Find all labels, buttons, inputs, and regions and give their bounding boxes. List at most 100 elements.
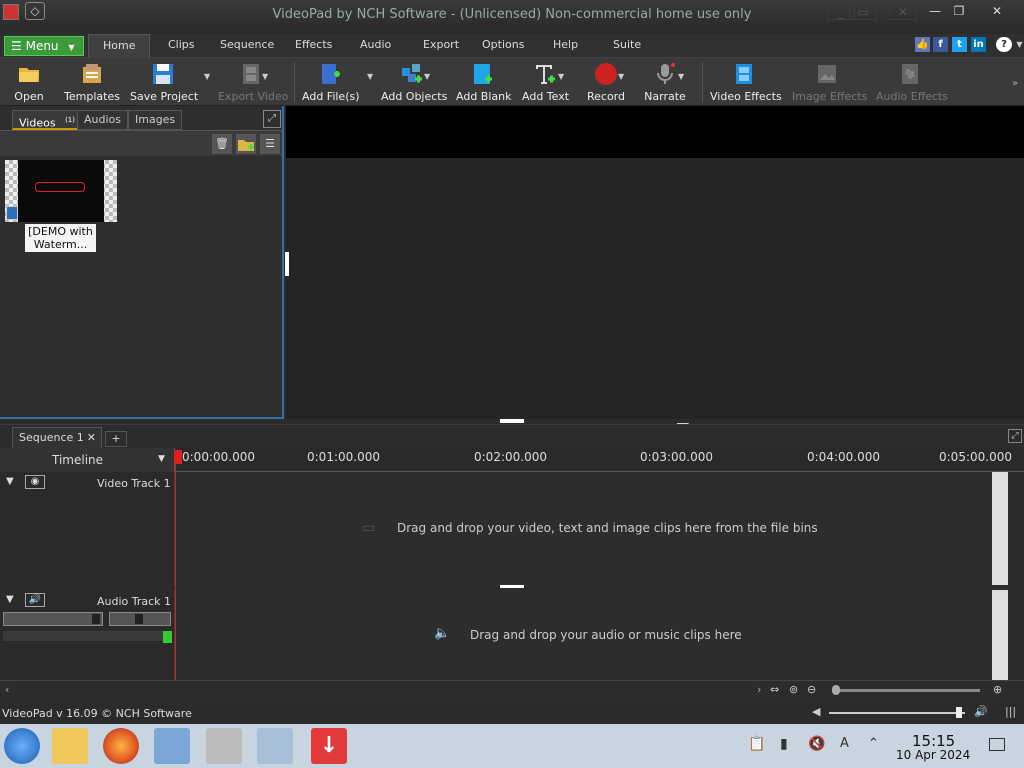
add-objects-dropdown-icon[interactable]: ▼	[424, 72, 430, 81]
video-track-scrollbar[interactable]	[992, 472, 1008, 585]
volume-muted-icon[interactable]: 🔇	[808, 736, 825, 752]
twitter-icon[interactable]: t	[952, 37, 967, 52]
close-tab-icon[interactable]: ✕	[87, 428, 96, 448]
like-icon[interactable]: 👍	[915, 37, 930, 52]
narrate-dropdown-icon[interactable]: ▼	[678, 72, 684, 81]
zoom-out-icon[interactable]: ⊖	[807, 683, 816, 696]
export-dropdown-icon[interactable]: ▼	[262, 72, 268, 81]
video-track[interactable]: ▼ ◉ Video Track 1 ▭ Drag and drop your v…	[0, 472, 1008, 585]
image-effects-button[interactable]: Image Effects	[792, 62, 867, 103]
clock-date[interactable]: 10 Apr 2024	[896, 748, 970, 762]
start-button[interactable]	[4, 728, 40, 764]
tab-audios[interactable]: Audios	[77, 110, 128, 130]
tab-images[interactable]: Images	[128, 110, 183, 130]
remote-desktop-icon[interactable]	[154, 728, 190, 764]
zoom-slider[interactable]	[832, 689, 980, 692]
collapse-triangle-icon[interactable]: ▼	[6, 594, 14, 605]
timeline-scrollbar[interactable]: ‹ › ⇔ ⊚ ⊖ ⊕	[0, 680, 1024, 700]
videopad-taskbar-icon[interactable]	[206, 728, 242, 764]
zoom-fit-icon[interactable]: ⊚	[789, 683, 798, 696]
export-film-icon	[239, 62, 263, 86]
record-dropdown-icon[interactable]: ▼	[618, 72, 624, 81]
audio-track-scrollbar[interactable]	[992, 590, 1008, 680]
add-objects-button[interactable]: Add Objects	[381, 62, 447, 103]
package-manager-icon[interactable]	[257, 728, 293, 764]
save-project-dropdown-icon[interactable]: ▼	[204, 72, 210, 81]
main-menu-button[interactable]: ☰ Menu ▼	[4, 36, 84, 56]
splitter-handle[interactable]	[285, 252, 289, 276]
trash-icon[interactable]: 🗑	[212, 134, 232, 154]
file-manager-icon[interactable]	[52, 728, 88, 764]
save-project-button[interactable]: Save Project	[130, 62, 198, 103]
volume-up-icon[interactable]: 🔊	[974, 705, 988, 718]
toolbar-overflow-icon[interactable]: »	[1012, 78, 1018, 89]
volume-slider[interactable]	[3, 612, 103, 626]
timeline-mode-select[interactable]: Timeline ▼	[0, 448, 175, 472]
audio-mixer-icon[interactable]: |||	[1005, 705, 1016, 718]
tab-sequence[interactable]: Sequence	[220, 38, 274, 51]
tab-export[interactable]: Export	[423, 38, 459, 51]
add-files-button[interactable]: Add File(s)	[302, 62, 360, 103]
eye-icon[interactable]: ◉	[25, 475, 45, 489]
battery-icon[interactable]: ▮	[780, 736, 788, 752]
undock-timeline-icon[interactable]: ⤢	[1008, 429, 1022, 443]
tab-videos[interactable]: Videos (1)	[12, 110, 82, 130]
tab-help[interactable]: Help	[553, 38, 578, 51]
facebook-icon[interactable]: f	[933, 37, 948, 52]
clip-thumbnail[interactable]	[5, 160, 117, 222]
templates-button[interactable]: Templates	[62, 62, 122, 103]
tray-expand-icon[interactable]: ⌃	[868, 736, 879, 751]
inner-close-button[interactable]: ✕	[889, 2, 917, 20]
add-text-button[interactable]: Add Text	[522, 62, 569, 103]
audio-track[interactable]: ▼ 🔊 Audio Track 1 🔈 Drag and drop your a…	[0, 590, 1008, 680]
add-blank-button[interactable]: Add Blank	[456, 62, 511, 103]
export-video-button[interactable]: Export Video	[218, 62, 288, 103]
tab-options[interactable]: Options	[482, 38, 524, 51]
audio-track-header: ▼ 🔊 Audio Track 1	[0, 590, 175, 680]
firefox-icon[interactable]	[103, 728, 139, 764]
collapse-triangle-icon[interactable]: ▼	[6, 476, 14, 487]
list-view-icon[interactable]: ☰	[260, 134, 280, 154]
clip-label[interactable]: [DEMO with Waterm...	[25, 224, 96, 252]
new-folder-icon[interactable]	[236, 134, 256, 154]
maximize-button[interactable]: ❐	[945, 2, 973, 20]
download-icon[interactable]: ↓	[311, 728, 347, 764]
playhead-marker[interactable]	[174, 450, 182, 464]
scroll-left-icon[interactable]: ‹	[5, 683, 9, 696]
audio-effects-button[interactable]: Audio Effects	[876, 62, 948, 103]
volume-down-icon[interactable]: ◀	[812, 705, 820, 718]
tab-suite[interactable]: Suite	[613, 38, 641, 51]
add-files-dropdown-icon[interactable]: ▼	[367, 72, 373, 81]
tab-audio[interactable]: Audio	[360, 38, 391, 51]
open-button[interactable]: Open	[10, 62, 48, 103]
undock-icon[interactable]: ⤢	[263, 110, 281, 128]
splitter-handle[interactable]	[500, 585, 524, 588]
clipboard-icon[interactable]: 📋	[748, 736, 765, 752]
video-effects-button[interactable]: Video Effects	[710, 62, 782, 103]
tab-sequence-1[interactable]: Sequence 1 ✕	[12, 427, 102, 449]
master-volume-slider[interactable]	[829, 712, 965, 714]
tab-clips[interactable]: Clips	[168, 38, 195, 51]
inner-maximize-button[interactable]: ▭	[849, 2, 877, 20]
pan-slider[interactable]	[109, 612, 171, 626]
linkedin-icon[interactable]: in	[971, 37, 986, 52]
scroll-right-icon[interactable]: ›	[757, 683, 761, 696]
zoom-in-icon[interactable]: ⊕	[993, 683, 1002, 696]
narrate-button[interactable]: Narrate	[644, 62, 686, 103]
tab-home[interactable]: Home	[88, 34, 151, 58]
add-text-dropdown-icon[interactable]: ▼	[558, 72, 564, 81]
master-volume-thumb[interactable]	[956, 707, 962, 718]
zoom-slider-thumb[interactable]	[832, 685, 840, 695]
speaker-icon[interactable]: 🔊	[25, 593, 45, 607]
tab-effects[interactable]: Effects	[295, 38, 332, 51]
add-sequence-button[interactable]: +	[105, 431, 127, 447]
close-button[interactable]: ✕	[983, 2, 1011, 20]
video-track-header: ▼ ◉ Video Track 1	[0, 472, 175, 585]
record-button[interactable]: Record	[586, 62, 626, 103]
help-icon[interactable]: ?	[996, 37, 1012, 52]
help-dropdown-icon[interactable]: ▼	[1012, 37, 1024, 52]
show-desktop-icon[interactable]	[989, 738, 1005, 751]
keyboard-layout-icon[interactable]: A	[840, 736, 849, 751]
fit-timeline-icon[interactable]: ⇔	[770, 683, 779, 696]
splitter-handle[interactable]	[500, 419, 524, 423]
